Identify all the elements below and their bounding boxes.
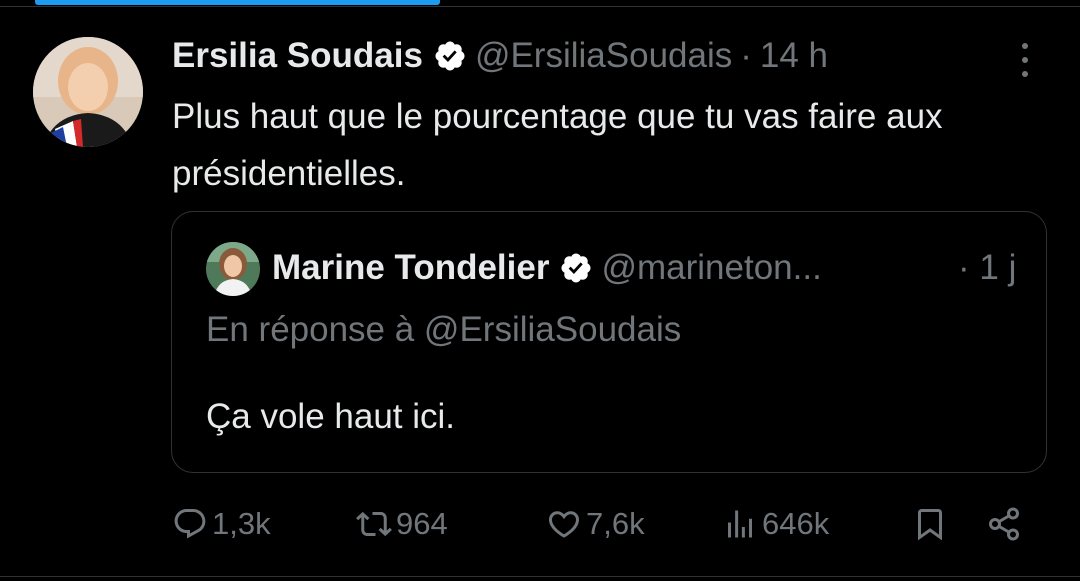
like-button[interactable]: 7,6k: [546, 500, 645, 548]
verified-badge-icon: [561, 253, 591, 283]
quoted-header: Marine Tondelier @marineton...: [272, 246, 822, 290]
bookmark-icon: [918, 509, 942, 541]
header-separator: ·: [740, 36, 752, 75]
repost-icon: [356, 511, 392, 537]
like-count: 7,6k: [586, 506, 645, 541]
quoted-author-handle[interactable]: @marineton...: [601, 248, 821, 288]
quoted-timestamp[interactable]: · 1 j: [958, 246, 1016, 290]
author-name[interactable]: Ersilia Soudais: [172, 36, 423, 76]
heart-icon: [548, 511, 580, 538]
reply-count: 1,3k: [212, 506, 271, 541]
quoted-tweet-text: Ça vole haut ici.: [206, 397, 456, 436]
action-bar: 1,3k 964 7,6k 646k: [172, 500, 1032, 548]
tweet-text: Plus haut que le pourcentage que tu vas …: [172, 97, 943, 193]
author-handle[interactable]: @ErsiliaSoudais: [475, 36, 732, 76]
repost-count: 964: [396, 506, 448, 541]
quoted-author-avatar[interactable]: [206, 242, 260, 296]
more-icon[interactable]: [1012, 42, 1038, 78]
tweet-header: Ersilia Soudais @ErsiliaSoudais · 14 h: [172, 34, 828, 78]
tweet-timestamp[interactable]: 14 h: [760, 36, 828, 76]
share-icon: [989, 507, 1019, 541]
bottom-divider: [0, 576, 1080, 577]
top-progress-bar: [0, 0, 1080, 5]
views-icon: [728, 510, 752, 538]
quoted-tweet[interactable]: Marine Tondelier @marineton... · 1 j En …: [171, 211, 1047, 473]
top-divider: [0, 6, 1080, 7]
verified-badge-icon: [435, 41, 465, 71]
reply-icon: [174, 509, 206, 539]
quoted-author-name[interactable]: Marine Tondelier: [272, 248, 549, 288]
share-button[interactable]: [986, 500, 1022, 548]
quoted-reply-context: En réponse à @ErsiliaSoudais: [206, 310, 682, 349]
views-button[interactable]: 646k: [722, 500, 829, 548]
bookmark-button[interactable]: [912, 500, 948, 548]
top-progress-fill: [35, 0, 440, 5]
author-avatar[interactable]: [33, 37, 143, 147]
reply-button[interactable]: 1,3k: [172, 500, 271, 548]
repost-button[interactable]: 964: [356, 500, 448, 548]
views-count: 646k: [762, 506, 830, 541]
